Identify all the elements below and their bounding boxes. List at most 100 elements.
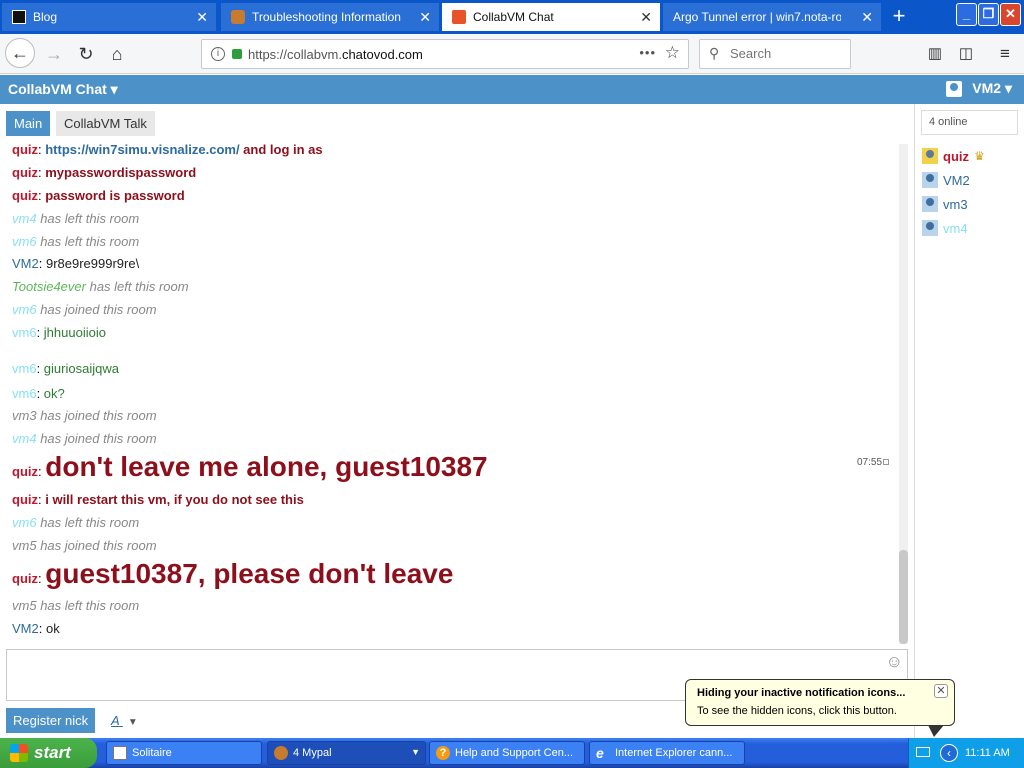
chatovod-favicon-icon [452,10,466,24]
message-nick[interactable]: vm4 [12,211,37,226]
system-text: has left this room [40,234,140,249]
user-menu[interactable]: VM2 ▾ [946,80,1012,97]
message-link[interactable]: https://win7simu.visnalize.com/ [45,142,239,157]
message-nick[interactable]: quiz [12,464,38,479]
home-button[interactable]: ⌂ [103,40,131,68]
navigation-bar: ← → ↻ ⌂ i https://collabvm.chatovod.com … [0,34,1024,74]
browser-tab-argo-tunnel[interactable]: Argo Tunnel error | win7.nota-robot.co ✕ [663,3,881,31]
sidebar-icon[interactable]: ◫ [952,40,980,68]
reload-button[interactable]: ↻ [72,40,100,68]
menu-icon[interactable]: ≡ [991,40,1019,68]
tab-title: CollabVM Chat [473,10,554,24]
register-nick-button[interactable]: Register nick [6,708,96,733]
forward-button[interactable]: → [40,40,68,68]
message-nick[interactable]: vm6 [12,325,37,340]
back-button[interactable]: ← [5,38,35,68]
balloon-body: To see the hidden icons, click this butt… [697,705,897,717]
close-tab-icon[interactable]: ✕ [419,9,431,26]
user-item-quiz[interactable]: quiz ♛ [922,146,985,166]
emoji-icon[interactable]: ☺ [886,652,903,672]
message-text: password is password [45,188,185,203]
system-text: has joined this room [40,302,157,317]
close-window-button[interactable]: ✕ [1000,3,1021,26]
user-item-vm4[interactable]: vm4 [922,218,968,238]
message-text: don't leave me alone, guest10387 [45,451,488,482]
message-nick[interactable]: VM2 [12,256,39,271]
close-tab-icon[interactable]: ✕ [640,9,652,26]
message-nick[interactable]: vm6 [12,386,37,401]
system-message: vm5 has joined this room [12,538,157,553]
address-bar[interactable]: i https://collabvm.chatovod.com ••• ☆ [201,39,689,69]
tab-title: Blog [33,10,58,24]
taskbar-item-help-support[interactable]: ? Help and Support Cen... [429,741,585,765]
message-nick[interactable]: vm6 [12,234,37,249]
tab-collabvm-talk[interactable]: CollabVM Talk [56,111,155,136]
show-hidden-icons-button[interactable]: ‹ [940,744,958,762]
browser-tab-troubleshooting[interactable]: Troubleshooting Information ✕ [221,3,439,31]
chat-scrollbar-thumb[interactable] [899,550,908,644]
message-nick[interactable]: quiz [12,142,38,157]
system-message: vm5 has left this room [12,598,139,613]
close-balloon-icon[interactable]: ✕ [934,684,948,698]
taskbar-item-solitaire[interactable]: Solitaire [106,741,262,765]
app-title-menu[interactable]: CollabVM Chat ▾ [8,81,118,98]
browser-tab-blog[interactable]: Blog ✕ [2,3,216,31]
message-nick[interactable]: vm4 [12,431,37,446]
user-name: vm3 [943,196,968,212]
search-input[interactable] [730,46,840,61]
close-tab-icon[interactable]: ✕ [196,9,208,26]
message-nick[interactable]: Tootsie4ever [12,279,86,294]
message-nick[interactable]: vm6 [12,302,37,317]
windows-logo-icon [10,744,28,762]
user-avatar-icon [922,196,938,212]
message-row: VM2: ok [12,621,60,636]
message-nick[interactable]: VM2 [12,621,39,636]
tab-main[interactable]: Main [6,111,51,136]
taskbar-item-internet-explorer[interactable]: e Internet Explorer cann... [589,741,745,765]
user-item-vm2[interactable]: VM2 [922,170,970,190]
start-button[interactable]: start [0,738,97,768]
url-text[interactable]: https://collabvm.chatovod.com [248,47,423,62]
minimize-button[interactable]: _ [956,3,977,26]
browser-tab-strip: Blog ✕ Troubleshooting Information ✕ Col… [0,0,1024,34]
close-tab-icon[interactable]: ✕ [861,9,873,26]
message-nick[interactable]: vm3 [12,408,37,423]
system-message: vm6 has joined this room [12,302,157,317]
maximize-button[interactable]: ❐ [978,3,999,26]
system-text: has left this room [40,515,140,530]
info-icon[interactable]: i [211,47,225,61]
user-avatar-icon [922,148,938,164]
message-timestamp: 07:55 [857,457,890,468]
timestamp-text: 07:55 [857,457,883,468]
page-actions-icon[interactable]: ••• [639,45,656,60]
message-nick[interactable]: quiz [12,571,38,586]
reply-icon[interactable] [883,459,890,465]
message-nick[interactable]: vm6 [12,361,37,376]
user-avatar-icon [922,220,938,236]
message-nick[interactable]: vm5 [12,598,37,613]
message-nick[interactable]: quiz [12,492,38,507]
message-nick[interactable]: quiz [12,165,38,180]
system-text: has joined this room [40,408,157,423]
bookmark-star-icon[interactable]: ☆ [665,43,680,63]
search-box[interactable]: ⚲ [699,39,851,69]
user-item-vm3[interactable]: vm3 [922,194,968,214]
taskbar-item-mypal[interactable]: 4 Mypal ▼ [267,741,426,765]
new-tab-button[interactable]: + [886,5,912,29]
message-row: VM2: 9r8e9re999r9re\ [12,256,140,271]
message-nick[interactable]: vm5 [12,538,37,553]
tab-title: Argo Tunnel error | win7.nota-robot.co [673,10,841,24]
message-nick[interactable]: vm6 [12,515,37,530]
chevron-down-icon: ▼ [411,747,420,757]
message-nick[interactable]: quiz [12,188,38,203]
balloon-title: Hiding your inactive notification icons.… [697,687,906,699]
message-row: quiz: i will restart this vm, if you do … [12,492,304,507]
url-domain: chatovod.com [341,46,423,62]
tab-title: Troubleshooting Information [252,10,401,24]
chat-pane: Main CollabVM Talk quiz: https://win7sim… [0,104,914,738]
font-style-button[interactable]: A ▼ [111,713,138,728]
library-icon[interactable]: ▥ [921,40,949,68]
browser-tab-collabvm-chat[interactable]: CollabVM Chat ✕ [442,3,660,31]
notification-balloon[interactable]: Hiding your inactive notification icons.… [685,679,955,726]
message-text: giuriosaijqwa [43,361,119,376]
